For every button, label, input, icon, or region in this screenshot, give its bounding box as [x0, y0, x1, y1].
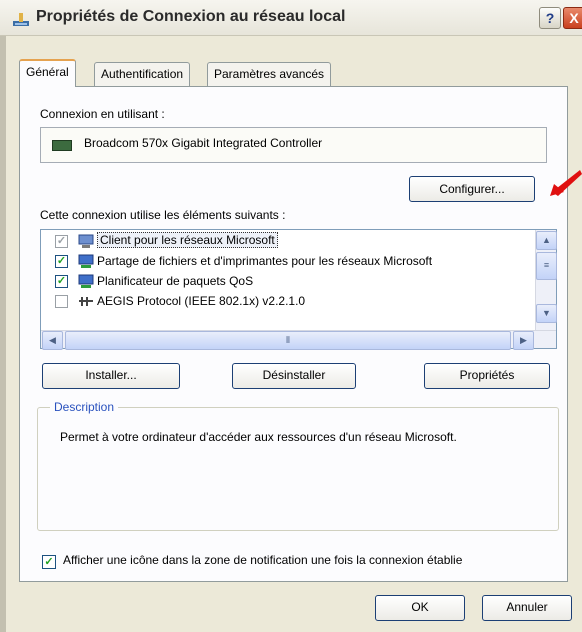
- horizontal-scrollbar[interactable]: ◀ ⦀ ▶: [41, 330, 556, 350]
- component-label: Partage de fichiers et d'imprimantes pou…: [97, 254, 433, 268]
- vertical-scrollbar[interactable]: ▲ ≡ ▼: [535, 230, 557, 330]
- tab-advanced-settings[interactable]: Paramètres avancés: [207, 62, 332, 86]
- service-icon: [78, 274, 94, 288]
- ok-button[interactable]: OK: [375, 595, 465, 621]
- description-text: Permet à votre ordinateur d'accéder aux …: [60, 430, 457, 444]
- component-checkbox[interactable]: ✓: [55, 255, 68, 268]
- notify-checkbox[interactable]: ✓: [42, 555, 56, 569]
- network-client-icon: [78, 234, 94, 248]
- list-item[interactable]: ✓ AEGIS Protocol (IEEE 802.1x) v2.2.1.0: [41, 292, 531, 311]
- scroll-thumb[interactable]: ⦀: [65, 331, 511, 350]
- list-item[interactable]: ✓ Client pour les réseaux Microsoft: [41, 232, 531, 251]
- connection-label: Connexion en utilisant :: [40, 107, 165, 121]
- scroll-left-icon[interactable]: ◀: [42, 331, 63, 350]
- scroll-down-icon[interactable]: ▼: [536, 304, 557, 323]
- tab-authentication[interactable]: Authentification: [94, 62, 191, 86]
- component-checkbox[interactable]: ✓: [55, 275, 68, 288]
- scroll-up-icon[interactable]: ▲: [536, 231, 557, 250]
- properties-button[interactable]: Propriétés: [424, 363, 550, 389]
- protocol-icon: [79, 297, 93, 306]
- configure-button[interactable]: Configurer...: [409, 176, 535, 202]
- list-item[interactable]: ✓ Planificateur de paquets QoS: [41, 272, 531, 291]
- uninstall-button[interactable]: Désinstaller: [232, 363, 356, 389]
- component-checkbox: ✓: [55, 235, 68, 248]
- scroll-thumb[interactable]: ≡: [536, 252, 557, 280]
- install-button[interactable]: Installer...: [42, 363, 180, 389]
- adapter-name: Broadcom 570x Gigabit Integrated Control…: [84, 136, 323, 150]
- close-button[interactable]: X: [563, 7, 582, 29]
- service-icon: [78, 254, 94, 268]
- tab-general[interactable]: Général: [19, 59, 76, 87]
- component-checkbox[interactable]: ✓: [55, 295, 68, 308]
- window-title: Propriétés de Connexion au réseau local: [36, 8, 346, 25]
- network-connection-icon: [13, 13, 29, 26]
- component-label: AEGIS Protocol (IEEE 802.1x) v2.2.1.0: [97, 294, 306, 308]
- description-title: Description: [50, 400, 119, 414]
- help-button[interactable]: ?: [539, 7, 561, 29]
- component-label: Client pour les réseaux Microsoft: [97, 232, 278, 248]
- scroll-right-icon[interactable]: ▶: [513, 331, 534, 350]
- components-label: Cette connexion utilise les éléments sui…: [40, 208, 286, 222]
- component-label: Planificateur de paquets QoS: [97, 274, 254, 288]
- window-border: [0, 36, 6, 632]
- red-arrow-icon: [550, 170, 582, 196]
- list-item[interactable]: ✓ Partage de fichiers et d'imprimantes p…: [41, 252, 531, 271]
- cancel-button[interactable]: Annuler: [482, 595, 572, 621]
- network-card-icon: [52, 140, 72, 151]
- description-group: [37, 407, 559, 531]
- notify-label[interactable]: Afficher une icône dans la zone de notif…: [63, 553, 462, 567]
